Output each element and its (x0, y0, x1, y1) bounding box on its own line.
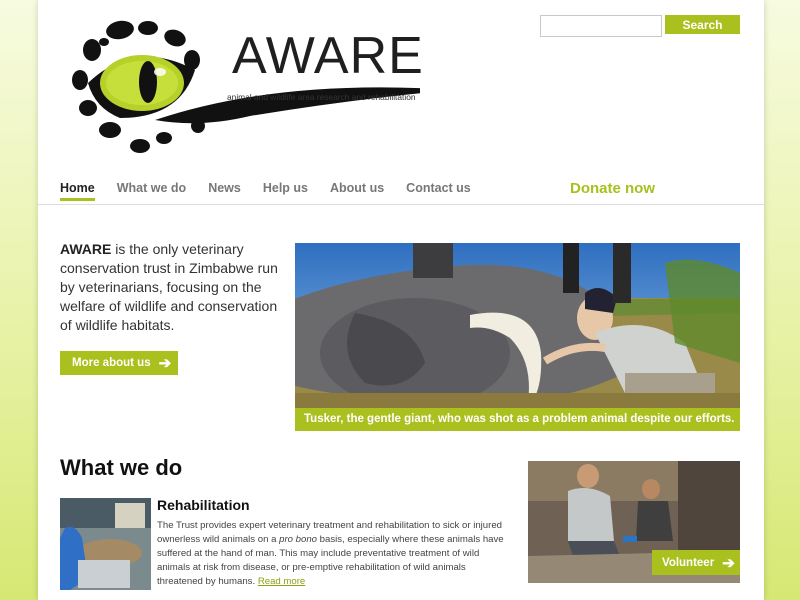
rehabilitation-text: The Trust provides expert veterinary tre… (157, 519, 507, 589)
logo-title: AWARE (232, 27, 424, 85)
intro-strong: AWARE (60, 241, 112, 257)
donate-link[interactable]: Donate now (570, 180, 655, 197)
nav-item-news[interactable]: News (208, 181, 241, 201)
rehabilitation-title[interactable]: Rehabilitation (157, 497, 250, 513)
elephant-photo (295, 243, 740, 431)
more-about-us-button[interactable]: More about us ➔ (60, 351, 178, 375)
more-about-us-label: More about us (72, 357, 151, 369)
logo-tagline: animal and wildlife area research and re… (227, 92, 416, 102)
volunteer-label: Volunteer (662, 556, 715, 569)
nav-item-what-we-do[interactable]: What we do (117, 181, 186, 201)
read-more-link[interactable]: Read more (258, 576, 305, 587)
aware-logo[interactable]: AWARE animal and wildlife area research … (60, 8, 455, 158)
rehabilitation-thumbnail[interactable] (60, 498, 151, 590)
rehab-text-em: pro bono (279, 534, 317, 545)
volunteer-button[interactable]: Volunteer ➔ (652, 550, 740, 575)
search-button[interactable]: Search (665, 15, 740, 34)
intro-text: AWARE is the only veterinary conservatio… (60, 240, 280, 335)
nav-item-home[interactable]: Home (60, 181, 95, 201)
main-nav: Home What we do News Help us About us Co… (60, 181, 493, 201)
page-container: AWARE animal and wildlife area research … (38, 0, 764, 600)
arrow-right-icon: ➔ (722, 554, 735, 572)
nav-divider (38, 204, 764, 205)
hero-caption: Tusker, the gentle giant, who was shot a… (295, 408, 740, 431)
nav-item-contact-us[interactable]: Contact us (406, 181, 471, 201)
hero-image[interactable]: Tusker, the gentle giant, who was shot a… (295, 243, 740, 431)
dog-treatment-photo (60, 498, 151, 590)
what-we-do-heading: What we do (60, 455, 183, 480)
nav-item-help-us[interactable]: Help us (263, 181, 308, 201)
arrow-right-icon: ➔ (158, 355, 172, 372)
nav-item-about-us[interactable]: About us (330, 181, 384, 201)
search-input[interactable] (540, 15, 662, 37)
